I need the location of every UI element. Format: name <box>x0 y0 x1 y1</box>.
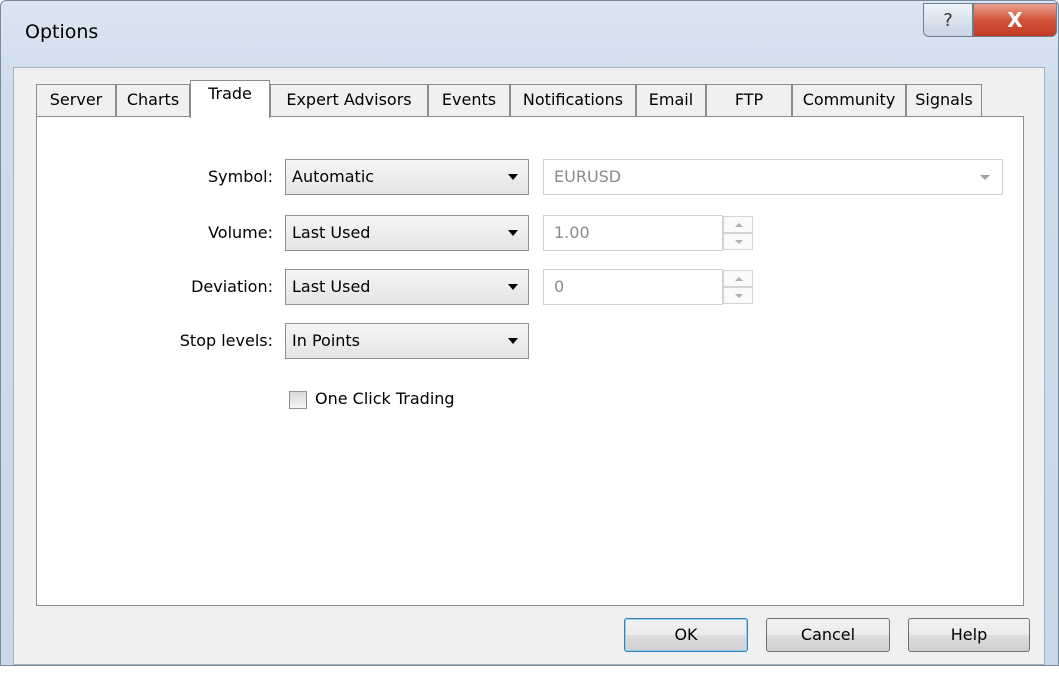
stop-levels-label: Stop levels: <box>179 331 273 350</box>
volume-spinner[interactable] <box>723 216 753 250</box>
tab-expert-advisors[interactable]: Expert Advisors <box>270 84 428 116</box>
symbol-mode-select[interactable]: Automatic <box>285 159 529 195</box>
title-bar[interactable]: Options ? X <box>1 1 1058 71</box>
tab-label: Signals <box>915 90 973 109</box>
trade-tab-panel: Symbol: Automatic EURUSD Volume: Last Us… <box>36 116 1024 606</box>
window-title: Options <box>25 21 99 43</box>
spin-down-icon[interactable] <box>723 233 753 250</box>
tab-events[interactable]: Events <box>428 84 510 116</box>
tab-charts[interactable]: Charts <box>116 84 190 116</box>
volume-mode-select[interactable]: Last Used <box>285 215 529 251</box>
tab-ftp[interactable]: FTP <box>706 84 792 116</box>
stop-levels-value: In Points <box>292 331 361 350</box>
tab-label: Events <box>441 90 497 109</box>
dropdown-arrow-icon <box>508 230 518 236</box>
tab-label: FTP <box>734 90 764 109</box>
symbol-label: Symbol: <box>208 167 273 186</box>
help-title-button[interactable]: ? <box>923 3 973 37</box>
tab-label: Notifications <box>522 90 624 109</box>
deviation-mode-value: Last Used <box>292 277 371 296</box>
symbol-mode-value: Automatic <box>292 167 375 186</box>
tab-label: Charts <box>126 90 180 109</box>
deviation-label: Deviation: <box>191 277 273 296</box>
tab-server[interactable]: Server <box>36 84 116 116</box>
symbol-select[interactable]: EURUSD <box>543 159 1003 195</box>
dropdown-arrow-icon <box>508 284 518 290</box>
one-click-trading-checkbox[interactable] <box>289 391 307 409</box>
volume-mode-value: Last Used <box>292 223 371 242</box>
tab-trade[interactable]: Trade <box>190 80 270 118</box>
tab-email[interactable]: Email <box>636 84 706 116</box>
spin-up-icon[interactable] <box>723 270 753 287</box>
spin-down-icon[interactable] <box>723 287 753 304</box>
volume-value: 1.00 <box>554 223 590 242</box>
spin-up-icon[interactable] <box>723 216 753 233</box>
tab-notifications[interactable]: Notifications <box>510 84 636 116</box>
dropdown-arrow-icon <box>508 174 518 180</box>
ok-button[interactable]: OK <box>624 618 748 652</box>
tab-label: Expert Advisors <box>286 90 412 109</box>
tab-label: Email <box>648 90 694 109</box>
dialog-client-area: Server Charts Trade Expert Advisors Even… <box>13 67 1045 665</box>
deviation-spinner[interactable] <box>723 270 753 304</box>
deviation-mode-select[interactable]: Last Used <box>285 269 529 305</box>
one-click-trading-label[interactable]: One Click Trading <box>315 389 455 408</box>
options-dialog: Options ? X Server Charts Trade Expert A… <box>0 0 1059 666</box>
deviation-input[interactable]: 0 <box>543 269 723 305</box>
close-icon: X <box>1007 8 1023 32</box>
stop-levels-select[interactable]: In Points <box>285 323 529 359</box>
volume-input[interactable]: 1.00 <box>543 215 723 251</box>
close-button[interactable]: X <box>973 3 1057 37</box>
symbol-value: EURUSD <box>554 167 622 186</box>
tab-label: Community <box>802 90 896 109</box>
dropdown-arrow-icon <box>508 338 518 344</box>
tab-label: Server <box>49 90 103 109</box>
help-button[interactable]: Help <box>908 618 1030 652</box>
tab-signals[interactable]: Signals <box>906 84 982 116</box>
dropdown-arrow-icon <box>980 175 990 180</box>
volume-label: Volume: <box>208 223 273 242</box>
deviation-value: 0 <box>554 277 565 296</box>
cancel-button[interactable]: Cancel <box>766 618 890 652</box>
help-icon: ? <box>943 9 953 31</box>
tab-label: Trade <box>208 84 252 103</box>
tab-community[interactable]: Community <box>792 84 906 116</box>
